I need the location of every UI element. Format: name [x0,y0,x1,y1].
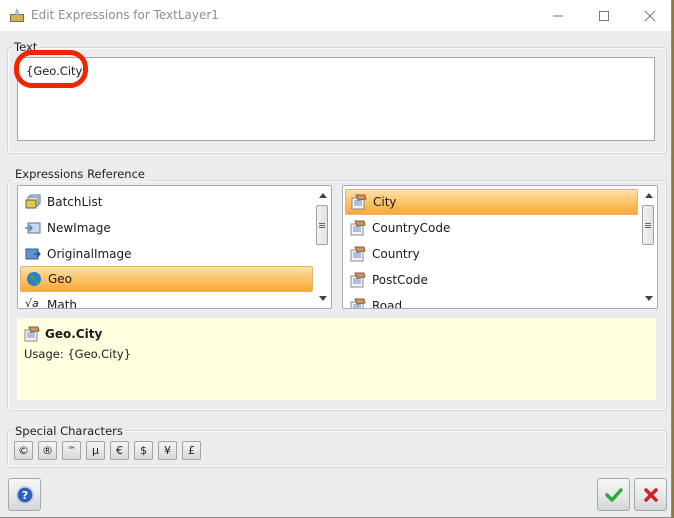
description-title: Geo.City [45,327,103,341]
insert-yen-button[interactable]: ¥ [158,441,177,460]
sqrt-icon: √a [25,297,39,309]
batchlist-icon [25,194,41,210]
property-icon [350,220,366,236]
property-icon [351,194,367,210]
description-usage: Usage: {Geo.City} [24,347,132,361]
member-item-road[interactable]: Road [345,293,638,308]
insert-registered-button[interactable]: ® [38,441,57,460]
arrow-down-icon [644,296,653,301]
help-icon: ? [15,485,34,504]
property-icon [350,246,366,262]
category-item-math[interactable]: √a Math [20,292,313,309]
scroll-thumb[interactable] [642,205,654,245]
window-title: Edit Expressions for TextLayer1 [31,8,219,22]
scroll-up-button[interactable] [314,187,331,204]
member-listbox[interactable]: City CountryCode Country PostCode Road [342,185,658,309]
special-characters-label: Special Characters [13,424,125,438]
grip-icon [319,222,325,228]
insert-euro-button[interactable]: € [110,441,129,460]
originalimage-icon [25,246,41,262]
maximize-button[interactable] [581,0,627,31]
category-listbox[interactable]: BatchList NewImage OriginalImage Geo √a … [17,185,332,309]
help-button[interactable]: ? [8,478,41,511]
grip-icon [645,222,651,228]
property-icon [350,272,366,288]
close-icon [644,10,656,21]
scroll-down-button[interactable] [314,290,331,307]
app-icon [9,7,25,23]
expressions-reference-label: Expressions Reference [13,167,147,181]
cross-icon [643,487,658,502]
minimize-button[interactable] [535,0,581,31]
close-button[interactable] [627,0,673,31]
newimage-icon [25,220,41,236]
category-item-batchlist[interactable]: BatchList [20,189,313,215]
category-item-originalimage[interactable]: OriginalImage [20,241,313,267]
scroll-up-button[interactable] [640,187,657,204]
insert-trademark-button[interactable]: ™ [62,441,81,460]
insert-copyright-button[interactable]: © [14,441,33,460]
arrow-down-icon [318,296,327,301]
category-scrollbar[interactable] [314,187,331,307]
category-item-geo[interactable]: Geo [20,266,313,292]
scroll-down-button[interactable] [640,290,657,307]
insert-dollar-button[interactable]: $ [134,441,153,460]
maximize-icon [599,10,609,21]
property-icon [24,326,40,342]
scroll-thumb[interactable] [316,205,328,245]
member-item-countrycode[interactable]: CountryCode [345,215,638,241]
globe-icon [26,271,42,287]
title-bar: Edit Expressions for TextLayer1 [0,0,671,31]
annotation-highlight-circle [14,50,88,88]
insert-pound-button[interactable]: £ [182,441,201,460]
ok-button[interactable] [597,478,630,511]
member-scrollbar[interactable] [640,187,657,307]
arrow-up-icon [318,193,327,198]
minimize-icon [553,15,563,16]
category-item-newimage[interactable]: NewImage [20,215,313,241]
cancel-button[interactable] [634,478,667,511]
member-item-postcode[interactable]: PostCode [345,267,638,293]
expression-description-panel: Geo.City Usage: {Geo.City} [17,318,656,400]
property-icon [350,298,366,308]
svg-text:?: ? [21,489,27,502]
checkmark-icon [604,487,623,502]
arrow-up-icon [644,193,653,198]
insert-micro-button[interactable]: µ [86,441,105,460]
member-item-country[interactable]: Country [345,241,638,267]
member-item-city[interactable]: City [345,189,638,215]
edit-expressions-dialog: Edit Expressions for TextLayer1 Text {Ge… [0,0,672,518]
expression-text-input[interactable]: {Geo.City} [17,57,655,141]
